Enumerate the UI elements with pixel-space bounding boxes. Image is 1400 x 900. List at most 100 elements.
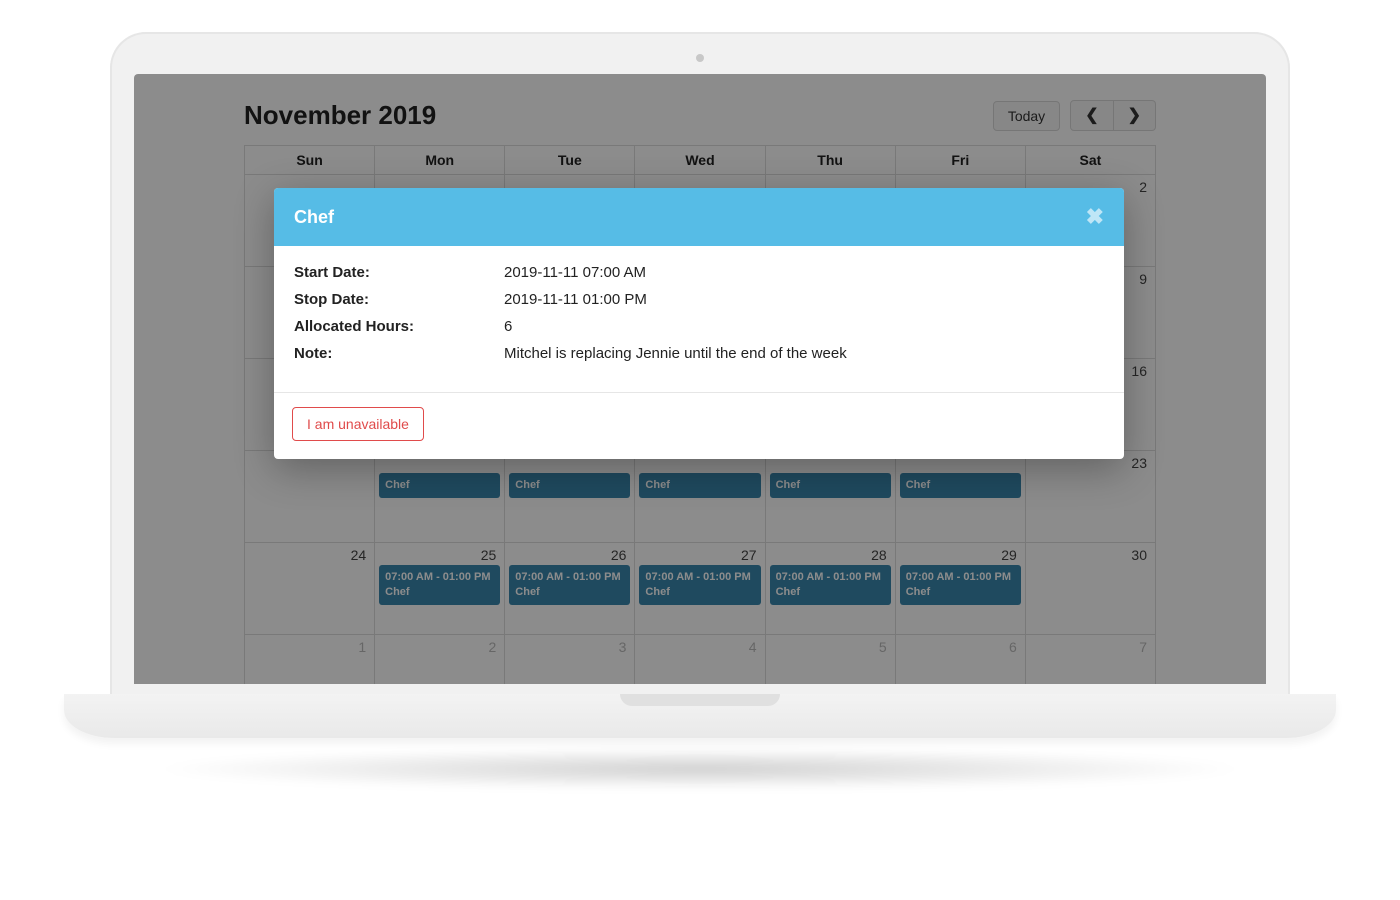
calendar-cell[interactable]: 27 07:00 AM - 01:00 PMChef: [635, 543, 765, 635]
note-value: Mitchel is replacing Jennie until the en…: [504, 345, 1104, 362]
event-role: Chef: [515, 585, 624, 600]
day-number: 6: [1009, 639, 1017, 655]
shift-event[interactable]: Chef: [900, 473, 1021, 498]
day-number: 4: [749, 639, 757, 655]
shift-event[interactable]: Chef: [639, 473, 760, 498]
calendar-week: 1 2 3 4 5 6 7: [245, 635, 1156, 685]
event-role: Chef: [906, 478, 1015, 493]
event-role: Chef: [776, 585, 885, 600]
modal-title: Chef: [294, 207, 334, 228]
camera-dot: [696, 54, 704, 62]
day-number: 24: [351, 547, 367, 563]
day-header: Thu: [765, 146, 895, 175]
day-header: Wed: [635, 146, 765, 175]
calendar-cell[interactable]: 7: [1025, 635, 1155, 685]
note-row: Note: Mitchel is replacing Jennie until …: [294, 345, 1104, 362]
note-label: Note:: [294, 345, 504, 362]
calendar-week: Chef Chef Chef Chef Chef 23: [245, 451, 1156, 543]
calendar-cell[interactable]: Chef: [505, 451, 635, 543]
calendar-cell[interactable]: 6: [895, 635, 1025, 685]
calendar-cell[interactable]: 26 07:00 AM - 01:00 PMChef: [505, 543, 635, 635]
event-time: 07:00 AM - 01:00 PM: [515, 570, 624, 585]
calendar-week: 242507:00 AM - 01:00 PMChef2607:00 AM - …: [245, 543, 1156, 635]
close-icon[interactable]: ✖: [1086, 204, 1104, 230]
allocated-hours-value: 6: [504, 318, 1104, 335]
stop-date-value: 2019-11-11 01:00 PM: [504, 291, 1104, 308]
calendar-nav: Today ❮ ❯: [993, 100, 1156, 131]
calendar-cell[interactable]: 4: [635, 635, 765, 685]
laptop-base: [64, 694, 1336, 738]
calendar-cell[interactable]: 25 07:00 AM - 01:00 PMChef: [375, 543, 505, 635]
shift-detail-modal: Chef ✖ Start Date: 2019-11-11 07:00 AM S…: [274, 188, 1124, 459]
nav-button-group: ❮ ❯: [1070, 100, 1156, 131]
day-number: 3: [619, 639, 627, 655]
day-number: 29: [1001, 547, 1017, 563]
event-role: Chef: [645, 585, 754, 600]
event-role: Chef: [776, 478, 885, 493]
calendar-cell[interactable]: 30: [1025, 543, 1155, 635]
shift-event[interactable]: 07:00 AM - 01:00 PMChef: [639, 565, 760, 605]
event-time: 07:00 AM - 01:00 PM: [645, 570, 754, 585]
day-number: 25: [481, 547, 497, 563]
calendar-cell[interactable]: Chef: [635, 451, 765, 543]
calendar-cell[interactable]: 2: [375, 635, 505, 685]
start-date-value: 2019-11-11 07:00 AM: [504, 264, 1104, 281]
calendar-cell[interactable]: Chef: [765, 451, 895, 543]
day-header: Mon: [375, 146, 505, 175]
unavailable-button[interactable]: I am unavailable: [292, 407, 424, 441]
event-time: 07:00 AM - 01:00 PM: [385, 570, 494, 585]
laptop-notch: [620, 694, 780, 706]
event-role: Chef: [515, 478, 624, 493]
allocated-hours-label: Allocated Hours:: [294, 318, 504, 335]
day-number: 9: [1139, 271, 1147, 287]
calendar-cell[interactable]: Chef: [895, 451, 1025, 543]
shift-event[interactable]: 07:00 AM - 01:00 PMChef: [379, 565, 500, 605]
day-number: 7: [1139, 639, 1147, 655]
modal-header: Chef ✖: [274, 188, 1124, 246]
calendar-cell[interactable]: 23: [1025, 451, 1155, 543]
stop-date-row: Stop Date: 2019-11-11 01:00 PM: [294, 291, 1104, 308]
day-header: Tue: [505, 146, 635, 175]
calendar-header: November 2019 Today ❮ ❯: [244, 100, 1156, 131]
stop-date-label: Stop Date:: [294, 291, 504, 308]
event-role: Chef: [385, 478, 494, 493]
calendar-cell[interactable]: 28 07:00 AM - 01:00 PMChef: [765, 543, 895, 635]
device-shadow: [150, 748, 1250, 790]
day-number: 5: [879, 639, 887, 655]
modal-footer: I am unavailable: [274, 392, 1124, 459]
shift-event[interactable]: 07:00 AM - 01:00 PMChef: [770, 565, 891, 605]
screen: November 2019 Today ❮ ❯ SunMonTueWedThuF…: [134, 74, 1266, 684]
shift-event[interactable]: 07:00 AM - 01:00 PMChef: [900, 565, 1021, 605]
calendar-cell[interactable]: 29 07:00 AM - 01:00 PMChef: [895, 543, 1025, 635]
day-header: Sat: [1025, 146, 1155, 175]
next-button[interactable]: ❯: [1114, 100, 1156, 131]
day-number: 26: [611, 547, 627, 563]
shift-event[interactable]: Chef: [509, 473, 630, 498]
calendar-cell[interactable]: 5: [765, 635, 895, 685]
day-number: 2: [1139, 179, 1147, 195]
day-number: 2: [488, 639, 496, 655]
shift-event[interactable]: Chef: [770, 473, 891, 498]
calendar-cell[interactable]: [245, 451, 375, 543]
laptop-frame: November 2019 Today ❮ ❯ SunMonTueWedThuF…: [110, 32, 1290, 732]
day-number: 30: [1131, 547, 1147, 563]
calendar-cell[interactable]: 24: [245, 543, 375, 635]
shift-event[interactable]: Chef: [379, 473, 500, 498]
prev-button[interactable]: ❮: [1070, 100, 1113, 131]
day-number: 23: [1131, 455, 1147, 471]
calendar-cell[interactable]: 1: [245, 635, 375, 685]
today-button[interactable]: Today: [993, 101, 1060, 131]
day-header: Fri: [895, 146, 1025, 175]
event-time: 07:00 AM - 01:00 PM: [906, 570, 1015, 585]
shift-event[interactable]: 07:00 AM - 01:00 PMChef: [509, 565, 630, 605]
calendar-cell[interactable]: 3: [505, 635, 635, 685]
calendar-cell[interactable]: Chef: [375, 451, 505, 543]
allocated-hours-row: Allocated Hours: 6: [294, 318, 1104, 335]
chevron-left-icon: ❮: [1085, 107, 1098, 124]
chevron-right-icon: ❯: [1128, 107, 1141, 124]
day-number: 27: [741, 547, 757, 563]
event-role: Chef: [645, 478, 754, 493]
calendar-title: November 2019: [244, 100, 436, 131]
day-number: 28: [871, 547, 887, 563]
event-time: 07:00 AM - 01:00 PM: [776, 570, 885, 585]
